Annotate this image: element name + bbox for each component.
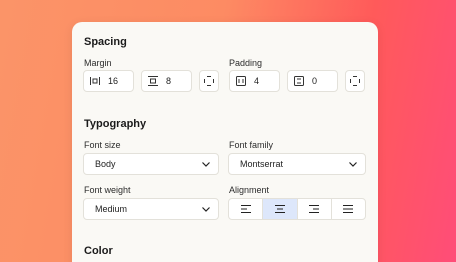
typography-title: Typography [84,118,147,130]
font-size-select[interactable]: Body [83,153,219,175]
margin-label: Margin [84,58,112,68]
align-center-button[interactable] [263,199,298,219]
font-weight-select[interactable]: Medium [83,198,219,220]
font-family-value: Montserrat [240,159,284,169]
font-family-label: Font family [229,140,274,150]
align-left-button[interactable] [229,199,264,219]
padding-label: Padding [229,58,263,68]
color-title: Color [84,245,113,257]
chevron-down-icon [349,161,357,167]
align-center-icon [274,205,285,213]
margin-vertical-value: 8 [166,76,172,86]
align-right-icon [309,205,320,213]
individual-sides-icon [204,76,214,86]
properties-panel: Spacing Margin 16 8 Padding 4 0 Typograp… [72,22,378,262]
margin-horizontal-value: 16 [108,76,119,86]
font-size-value: Body [95,159,116,169]
margin-horizontal-icon [84,77,106,85]
chevron-down-icon [202,206,210,212]
individual-sides-icon [350,76,360,86]
font-family-select[interactable]: Montserrat [228,153,366,175]
padding-individual-sides-button[interactable] [345,70,365,92]
align-justify-button[interactable] [332,199,365,219]
chevron-down-icon [202,161,210,167]
alignment-label: Alignment [229,185,270,195]
alignment-segmented-control[interactable] [228,198,366,220]
padding-vertical-input[interactable]: 0 [287,70,338,92]
padding-horizontal-input[interactable]: 4 [229,70,280,92]
font-weight-label: Font weight [84,185,131,195]
margin-horizontal-input[interactable]: 16 [83,70,134,92]
padding-horizontal-icon [230,76,252,86]
margin-vertical-icon [142,76,164,86]
font-size-label: Font size [84,140,121,150]
align-left-icon [240,205,251,213]
padding-vertical-value: 0 [312,76,318,86]
spacing-title: Spacing [84,36,127,48]
font-weight-value: Medium [95,204,128,214]
margin-individual-sides-button[interactable] [199,70,219,92]
margin-vertical-input[interactable]: 8 [141,70,192,92]
padding-vertical-icon [288,76,310,86]
padding-horizontal-value: 4 [254,76,260,86]
align-right-button[interactable] [298,199,332,219]
align-justify-icon [343,205,354,213]
